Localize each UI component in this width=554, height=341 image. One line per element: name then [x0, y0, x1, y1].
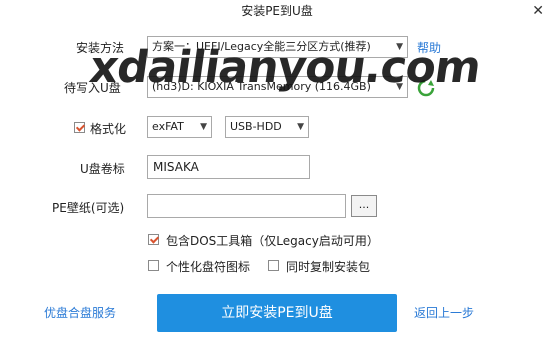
install-pe-button[interactable]: 立即安装PE到U盘 — [157, 294, 397, 332]
browse-button[interactable]: ... — [351, 195, 377, 217]
filesystem-select[interactable]: exFAT ▼ — [147, 116, 212, 138]
copy-installer-checkbox-wrap[interactable] — [268, 260, 279, 274]
wallpaper-input[interactable] — [147, 194, 346, 218]
close-icon[interactable]: ✕ — [532, 3, 544, 19]
dos-tools-label: 包含DOS工具箱（仅Legacy启动可用） — [166, 234, 379, 248]
merge-service-link[interactable]: 优盘合盘服务 — [44, 304, 116, 321]
window-title: 安装PE到U盘 — [241, 4, 313, 18]
format-checkbox-wrap[interactable] — [74, 122, 85, 136]
dos-tools-checkbox[interactable] — [148, 234, 159, 245]
watermark-logo: xdailianyou.com — [86, 42, 484, 93]
volume-label-input[interactable]: MISAKA — [147, 155, 310, 179]
copy-installer-checkbox[interactable] — [268, 260, 279, 271]
format-label: 格式化 — [90, 122, 127, 136]
back-link[interactable]: 返回上一步 — [414, 304, 474, 321]
chevron-down-icon: ▼ — [200, 122, 207, 132]
dos-tools-checkbox-wrap[interactable] — [148, 234, 159, 248]
custom-icon-checkbox[interactable] — [148, 260, 159, 271]
format-checkbox[interactable] — [74, 122, 85, 133]
custom-icon-checkbox-wrap[interactable] — [148, 260, 159, 274]
boot-mode-select[interactable]: USB-HDD ▼ — [225, 116, 309, 138]
wallpaper-label: PE壁纸(可选) — [52, 201, 125, 215]
volume-label-label: U盘卷标 — [80, 162, 125, 176]
chevron-down-icon: ▼ — [297, 122, 304, 132]
filesystem-value: exFAT — [152, 120, 184, 133]
copy-installer-label: 同时复制安装包 — [286, 260, 371, 274]
custom-icon-label: 个性化盘符图标 — [166, 260, 251, 274]
boot-mode-value: USB-HDD — [230, 120, 282, 133]
